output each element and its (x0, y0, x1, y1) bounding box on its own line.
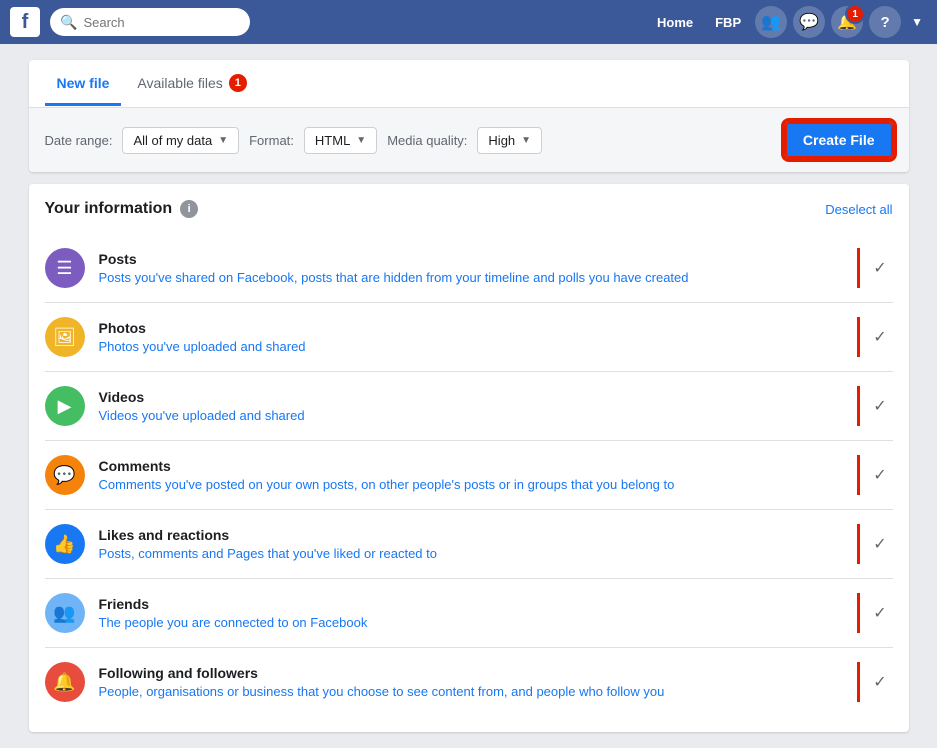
messenger-icon: 💬 (799, 12, 819, 32)
row-desc-6: People, organisations or business that y… (99, 684, 843, 699)
row-desc-1: Photos you've uploaded and shared (99, 339, 843, 354)
format-select[interactable]: HTML ▼ (304, 127, 377, 154)
checkbox-area-5[interactable]: ✓ (857, 593, 893, 633)
row-title-0: Posts (99, 251, 843, 267)
main-content: New file Available files 1 Date range: A… (29, 60, 909, 732)
filters-bar: Date range: All of my data ▼ Format: HTM… (29, 108, 909, 172)
nav-links: Home FBP 👥 💬 🔔 ? ▼ (649, 6, 927, 38)
messenger-icon-btn[interactable]: 💬 (793, 6, 825, 38)
check-mark-3: ✓ (873, 465, 886, 485)
row-desc-2: Videos you've uploaded and shared (99, 408, 843, 423)
info-help-icon[interactable]: i (180, 200, 198, 218)
check-mark-6: ✓ (873, 672, 886, 692)
check-mark-2: ✓ (873, 396, 886, 416)
row-text-5: Friends The people you are connected to … (99, 596, 843, 630)
question-icon: ? (881, 14, 890, 31)
row-desc-3: Comments you've posted on your own posts… (99, 477, 843, 492)
row-text-4: Likes and reactions Posts, comments and … (99, 527, 843, 561)
row-title-3: Comments (99, 458, 843, 474)
check-mark-4: ✓ (873, 534, 886, 554)
format-arrow: ▼ (356, 135, 366, 146)
tab-new-file-label: New file (57, 75, 110, 91)
row-icon-4: 👍 (45, 524, 85, 564)
list-item: 🖼 Photos Photos you've uploaded and shar… (45, 302, 893, 371)
row-icon-1: 🖼 (45, 317, 85, 357)
row-title-4: Likes and reactions (99, 527, 843, 543)
facebook-logo: f (10, 7, 40, 37)
date-range-value: All of my data (133, 133, 212, 148)
available-files-badge: 1 (229, 74, 247, 92)
nav-fbp[interactable]: FBP (707, 11, 749, 34)
row-icon-0: ☰ (45, 248, 85, 288)
check-mark-5: ✓ (873, 603, 886, 623)
media-quality-arrow: ▼ (521, 135, 531, 146)
tabs-card: New file Available files 1 Date range: A… (29, 60, 909, 172)
row-icon-5: 👥 (45, 593, 85, 633)
info-header: Your information i Deselect all (45, 200, 893, 218)
tab-new-file[interactable]: New file (45, 61, 122, 106)
list-item: ☰ Posts Posts you've shared on Facebook,… (45, 234, 893, 302)
check-mark-1: ✓ (873, 327, 886, 347)
checkbox-area-4[interactable]: ✓ (857, 524, 893, 564)
row-desc-0: Posts you've shared on Facebook, posts t… (99, 270, 843, 285)
list-item: 🔔 Following and followers People, organi… (45, 647, 893, 716)
format-value: HTML (315, 133, 350, 148)
media-quality-label: Media quality: (387, 133, 467, 148)
list-item: 💬 Comments Comments you've posted on you… (45, 440, 893, 509)
navbar: f 🔍 Home FBP 👥 💬 🔔 ? ▼ (0, 0, 937, 44)
search-input[interactable] (83, 15, 240, 30)
row-text-2: Videos Videos you've uploaded and shared (99, 389, 843, 423)
row-title-5: Friends (99, 596, 843, 612)
checkbox-area-0[interactable]: ✓ (857, 248, 893, 288)
row-title-6: Following and followers (99, 665, 843, 681)
nav-home[interactable]: Home (649, 11, 701, 34)
checkbox-area-1[interactable]: ✓ (857, 317, 893, 357)
checkbox-area-6[interactable]: ✓ (857, 662, 893, 702)
row-title-1: Photos (99, 320, 843, 336)
row-text-1: Photos Photos you've uploaded and shared (99, 320, 843, 354)
checkbox-area-3[interactable]: ✓ (857, 455, 893, 495)
row-icon-6: 🔔 (45, 662, 85, 702)
list-item: ▶ Videos Videos you've uploaded and shar… (45, 371, 893, 440)
row-text-0: Posts Posts you've shared on Facebook, p… (99, 251, 843, 285)
date-range-select[interactable]: All of my data ▼ (122, 127, 239, 154)
friends-icon: 👥 (761, 12, 781, 32)
notifications-icon-btn[interactable]: 🔔 (831, 6, 863, 38)
deselect-all-button[interactable]: Deselect all (825, 202, 892, 217)
row-title-2: Videos (99, 389, 843, 405)
date-range-label: Date range: (45, 133, 113, 148)
info-title: Your information i (45, 200, 199, 218)
search-icon: 🔍 (60, 14, 77, 31)
data-rows-container: ☰ Posts Posts you've shared on Facebook,… (45, 234, 893, 716)
row-text-6: Following and followers People, organisa… (99, 665, 843, 699)
search-bar[interactable]: 🔍 (50, 8, 250, 36)
tabs-header: New file Available files 1 (29, 60, 909, 108)
row-desc-5: The people you are connected to on Faceb… (99, 615, 843, 630)
create-file-button[interactable]: Create File (785, 122, 893, 158)
row-text-3: Comments Comments you've posted on your … (99, 458, 843, 492)
media-quality-select[interactable]: High ▼ (477, 127, 542, 154)
tab-available-files[interactable]: Available files 1 (125, 60, 258, 107)
media-quality-value: High (488, 133, 515, 148)
row-desc-4: Posts, comments and Pages that you've li… (99, 546, 843, 561)
format-label: Format: (249, 133, 294, 148)
account-dropdown[interactable]: ▼ (907, 11, 927, 33)
your-information-card: Your information i Deselect all ☰ Posts … (29, 184, 909, 732)
list-item: 👥 Friends The people you are connected t… (45, 578, 893, 647)
row-icon-2: ▶ (45, 386, 85, 426)
help-icon-btn[interactable]: ? (869, 6, 901, 38)
list-item: 👍 Likes and reactions Posts, comments an… (45, 509, 893, 578)
date-range-arrow: ▼ (218, 135, 228, 146)
checkbox-area-2[interactable]: ✓ (857, 386, 893, 426)
bell-icon: 🔔 (837, 12, 857, 32)
check-mark-0: ✓ (873, 258, 886, 278)
friends-icon-btn[interactable]: 👥 (755, 6, 787, 38)
tab-available-files-label: Available files (137, 75, 222, 91)
row-icon-3: 💬 (45, 455, 85, 495)
